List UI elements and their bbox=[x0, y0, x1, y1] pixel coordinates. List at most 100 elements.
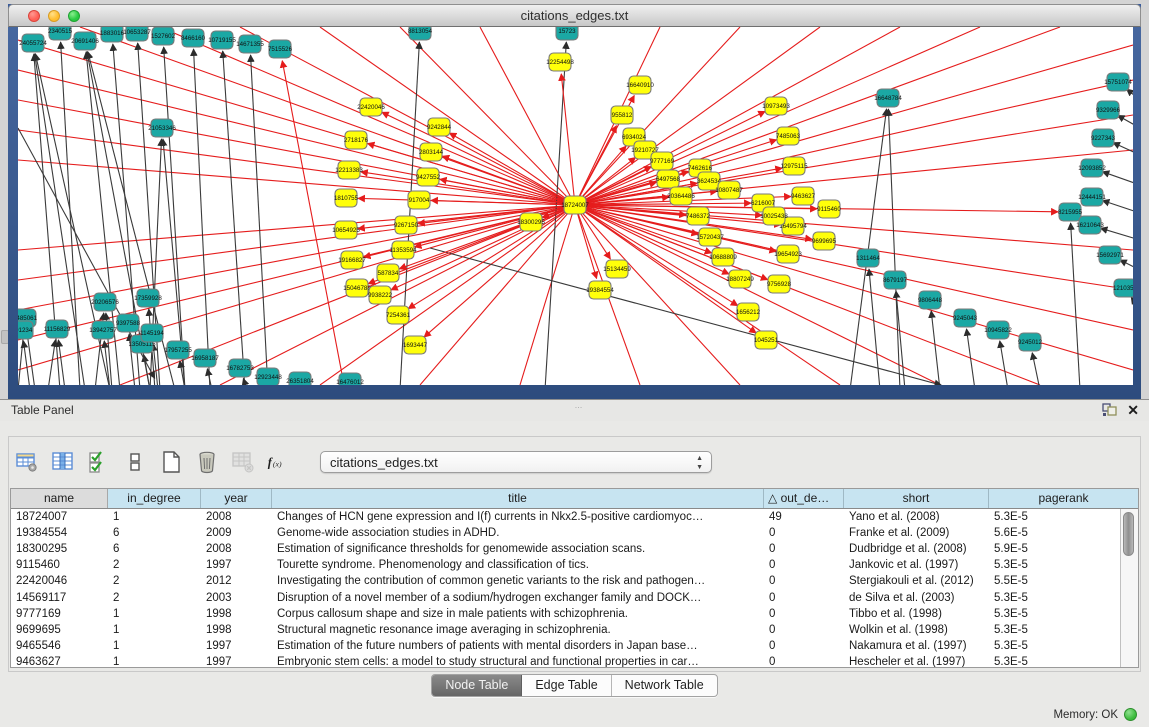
table-row[interactable]: 1938455462009Genome-wide association stu… bbox=[11, 525, 1121, 541]
tab-network-table[interactable]: Network Table bbox=[612, 675, 717, 696]
graph-edge[interactable] bbox=[1120, 260, 1133, 270]
graph-node[interactable]: 19166827 bbox=[338, 251, 366, 269]
graph-edge[interactable] bbox=[164, 47, 185, 385]
minimize-window-icon[interactable] bbox=[48, 10, 60, 22]
graph-edge[interactable] bbox=[1102, 200, 1133, 213]
graph-node[interactable]: 9329966 bbox=[1096, 101, 1121, 119]
graph-node[interactable]: 20206576 bbox=[91, 293, 119, 311]
graph-node[interactable]: 14671355 bbox=[236, 35, 264, 53]
graph-node[interactable]: 2803144 bbox=[419, 143, 444, 161]
close-window-icon[interactable] bbox=[28, 10, 40, 22]
table-row[interactable]: 969969511998Structural magnetic resonanc… bbox=[11, 622, 1121, 638]
float-panel-icon[interactable] bbox=[1102, 403, 1117, 417]
graph-node[interactable]: 9242844 bbox=[427, 118, 452, 136]
graph-edge[interactable] bbox=[243, 378, 247, 385]
graph-node[interactable]: 12254498 bbox=[546, 53, 574, 71]
graph-node[interactable]: 9245043 bbox=[953, 309, 978, 327]
graph-node[interactable]: 20364486 bbox=[667, 187, 695, 205]
graph-edge[interactable] bbox=[575, 205, 756, 333]
graph-node[interactable]: 16640910 bbox=[626, 76, 654, 94]
graph-node[interactable]: 12093852 bbox=[1078, 159, 1106, 177]
graph-node[interactable]: 9227343 bbox=[1091, 129, 1116, 147]
graph-node[interactable]: 7486372 bbox=[686, 207, 711, 225]
table-row[interactable]: 946362711997Embryonic stem cells: a mode… bbox=[11, 654, 1121, 667]
graph-edge[interactable] bbox=[1131, 297, 1133, 310]
table-row[interactable]: 2242004622012Investigating the contribut… bbox=[11, 573, 1121, 589]
graph-node[interactable]: 7515526 bbox=[268, 40, 293, 58]
graph-node[interactable]: 18807249 bbox=[726, 270, 754, 288]
graph-node[interactable]: 10973493 bbox=[762, 97, 790, 115]
column-header-title[interactable]: title bbox=[272, 489, 764, 508]
graph-node[interactable]: 18300295 bbox=[517, 213, 545, 231]
graph-node[interactable]: 18724007 bbox=[561, 196, 589, 214]
graph-node[interactable]: 2718176 bbox=[344, 131, 369, 149]
table-row[interactable]: 911546021997Tourette syndrome. Phenomeno… bbox=[11, 557, 1121, 573]
graph-node[interactable]: 19654923 bbox=[774, 245, 802, 263]
graph-node[interactable]: 8215955 bbox=[1058, 203, 1083, 221]
new-table-icon[interactable] bbox=[158, 449, 184, 475]
graph-node[interactable]: 9427552 bbox=[416, 168, 441, 186]
table-row[interactable]: 977716911998Corpus callosum shape and si… bbox=[11, 606, 1121, 622]
graph-edge[interactable] bbox=[1032, 353, 1040, 385]
table-vertical-scrollbar[interactable] bbox=[1120, 509, 1138, 667]
graph-edge[interactable] bbox=[18, 160, 575, 205]
graph-node[interactable]: 15723 bbox=[556, 27, 578, 40]
graph-node[interactable]: 26351804 bbox=[286, 372, 314, 385]
graph-node[interactable]: 11156829 bbox=[44, 320, 71, 338]
graph-node[interactable]: 10807487 bbox=[715, 181, 743, 199]
table-row[interactable]: 946554611997Estimation of the future num… bbox=[11, 638, 1121, 654]
column-header-in-degree[interactable]: in_degree bbox=[108, 489, 201, 508]
tab-edge-table[interactable]: Edge Table bbox=[522, 675, 611, 696]
graph-node[interactable]: 16210643 bbox=[1076, 216, 1104, 234]
graph-node[interactable]: 10688809 bbox=[709, 248, 737, 266]
table-column-icon[interactable] bbox=[50, 449, 76, 475]
graph-node[interactable]: 8679197 bbox=[883, 271, 908, 289]
graph-node[interactable]: 12213383 bbox=[335, 161, 363, 179]
table-settings-icon[interactable] bbox=[14, 449, 40, 475]
graph-edge[interactable] bbox=[18, 130, 575, 205]
graph-node[interactable]: 24055724 bbox=[19, 34, 47, 52]
graph-edge[interactable] bbox=[18, 205, 575, 370]
graph-node[interactable]: 16958187 bbox=[191, 349, 219, 367]
column-header-out-degree[interactable]: △ out_de… bbox=[764, 489, 844, 508]
graph-node[interactable]: 1527602 bbox=[151, 27, 176, 45]
graph-node[interactable]: 1810755 bbox=[334, 189, 359, 207]
graph-edge[interactable] bbox=[1000, 341, 1008, 385]
column-header-pagerank[interactable]: pagerank bbox=[989, 489, 1138, 508]
table-row[interactable]: 1872400712008Changes of HCN gene express… bbox=[11, 509, 1121, 525]
column-header-name[interactable]: name bbox=[11, 489, 108, 508]
close-panel-icon[interactable]: ✕ bbox=[1127, 403, 1139, 417]
graph-node[interactable]: 10025438 bbox=[760, 207, 788, 225]
graph-node[interactable]: 21053346 bbox=[148, 119, 176, 137]
graph-node[interactable]: 1656212 bbox=[736, 303, 761, 321]
graph-edge[interactable] bbox=[251, 55, 268, 385]
graph-edge[interactable] bbox=[442, 156, 575, 205]
graph-node[interactable]: 7485063 bbox=[776, 127, 801, 145]
graph-node[interactable]: 12444151 bbox=[1078, 188, 1106, 206]
graph-node[interactable]: 17359928 bbox=[134, 289, 162, 307]
graph-node[interactable]: 2340515 bbox=[48, 27, 73, 40]
graph-node[interactable]: 10653287 bbox=[123, 27, 151, 41]
graph-node[interactable]: 13942757 bbox=[89, 321, 117, 339]
splitter-grip-icon[interactable]: … bbox=[575, 401, 584, 410]
graph-node[interactable]: 955812 bbox=[611, 106, 633, 124]
graph-edge[interactable] bbox=[931, 311, 940, 385]
graph-node[interactable]: 9756928 bbox=[767, 275, 792, 293]
graph-edge[interactable] bbox=[223, 51, 245, 385]
graph-node[interactable]: 15692971 bbox=[1096, 246, 1124, 264]
graph-node[interactable]: 10654925 bbox=[332, 221, 360, 239]
graph-edge[interactable] bbox=[561, 74, 575, 205]
graph-node[interactable]: 11353594 bbox=[389, 241, 417, 259]
graph-edge[interactable] bbox=[850, 109, 887, 385]
graph-edge[interactable] bbox=[575, 205, 1133, 370]
graph-edge[interactable] bbox=[1127, 89, 1133, 100]
select-rows-icon[interactable] bbox=[86, 449, 112, 475]
graph-node[interactable]: 9699695 bbox=[812, 232, 837, 250]
network-canvas[interactable]: 2405572423405152069140618830161065328715… bbox=[18, 27, 1133, 385]
graph-node[interactable]: 391234 bbox=[18, 321, 33, 339]
table-row[interactable]: 1830029562008Estimation of significance … bbox=[11, 541, 1121, 557]
graph-node[interactable]: 22420046 bbox=[357, 98, 385, 116]
graph-node[interactable]: 10945822 bbox=[984, 321, 1012, 339]
graph-edge[interactable] bbox=[1118, 115, 1133, 128]
graph-node[interactable]: 917004 bbox=[408, 191, 430, 209]
